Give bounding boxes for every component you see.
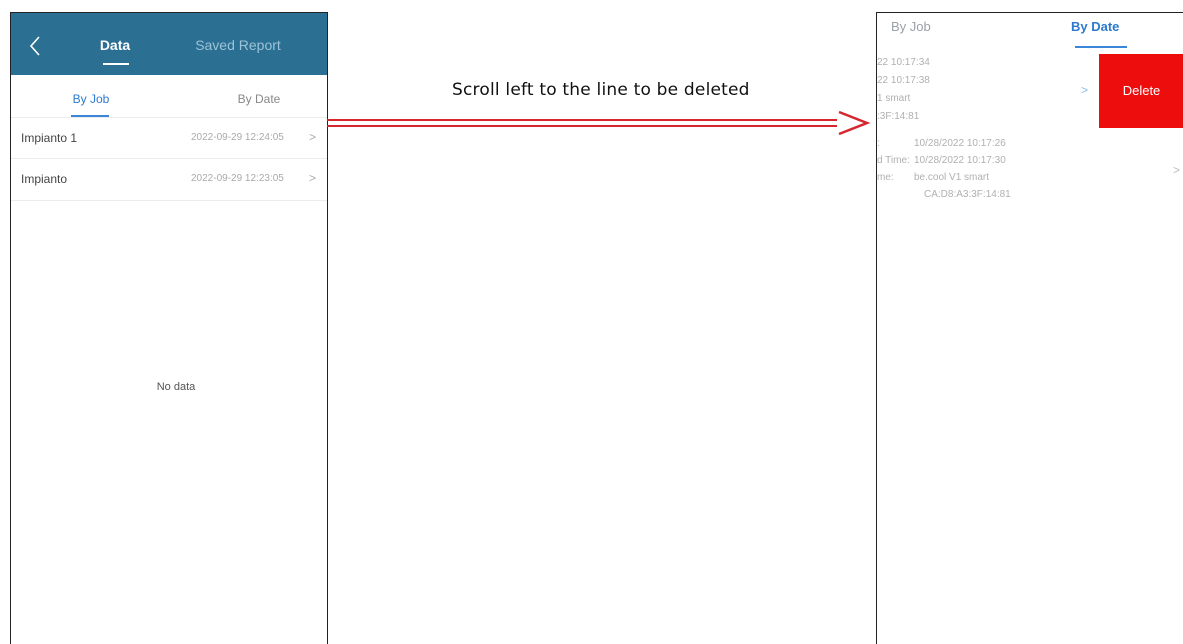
- record-line: 1 smart: [877, 93, 911, 104]
- record-detail-row: : 10/28/2022 10:17:26: [877, 138, 1006, 149]
- detail-key: d Time:: [877, 155, 910, 166]
- tab-data-indicator: [103, 63, 129, 65]
- chevron-right-icon: >: [1081, 83, 1089, 97]
- tab-by-date-indicator: [1075, 46, 1127, 48]
- list-item[interactable]: Impianto 1 2022-09-29 12:24:05 >: [11, 117, 327, 159]
- tab-data[interactable]: Data: [89, 37, 141, 53]
- detail-key: :: [877, 138, 880, 149]
- record-line: 22 10:17:38: [877, 75, 930, 86]
- empty-state-text: No data: [156, 381, 196, 393]
- left-phone-screen: Data Saved Report By Job By Date Impiant…: [10, 12, 328, 644]
- detail-value: be.cool V1 smart: [914, 172, 990, 183]
- detail-value: CA:D8:A3:3F:14:81: [924, 189, 1011, 200]
- right-phone-screen: By Job By Date 22 10:17:34 22 10:17:38 1…: [876, 12, 1183, 644]
- subtab-by-date[interactable]: By Date: [219, 92, 299, 106]
- tab-by-job[interactable]: By Job: [891, 19, 931, 34]
- detail-key: me:: [877, 172, 894, 183]
- record-line: :3F:14:81: [877, 111, 920, 122]
- record-detail-row: me: be.cool V1 smart: [877, 172, 989, 183]
- back-icon[interactable]: [25, 33, 47, 59]
- list-item[interactable]: Impianto 2022-09-29 12:23:05 >: [11, 159, 327, 201]
- detail-value: 10/28/2022 10:17:26: [914, 138, 1006, 149]
- chevron-right-icon: >: [309, 171, 317, 185]
- subtab-by-job[interactable]: By Job: [51, 92, 131, 106]
- record-line: 22 10:17:34: [877, 57, 930, 68]
- list-item-date: 2022-09-29 12:24:05: [191, 132, 284, 143]
- record-detail-row: d Time: 10/28/2022 10:17:30: [877, 155, 1006, 166]
- tab-by-date[interactable]: By Date: [1071, 19, 1119, 34]
- arrow-right-icon: [327, 110, 871, 136]
- chevron-right-icon: >: [309, 130, 317, 144]
- chevron-right-icon: >: [1173, 163, 1181, 177]
- tab-saved-report[interactable]: Saved Report: [183, 37, 293, 53]
- header-bar: Data Saved Report: [11, 13, 327, 75]
- list-item-date: 2022-09-29 12:23:05: [191, 173, 284, 184]
- delete-button[interactable]: Delete: [1099, 54, 1183, 128]
- detail-value: 10/28/2022 10:17:30: [914, 155, 1006, 166]
- list-item-name: Impianto 1: [21, 131, 78, 145]
- list-item-name: Impianto: [21, 172, 68, 186]
- instruction-label: Scroll left to the line to be deleted: [452, 80, 750, 100]
